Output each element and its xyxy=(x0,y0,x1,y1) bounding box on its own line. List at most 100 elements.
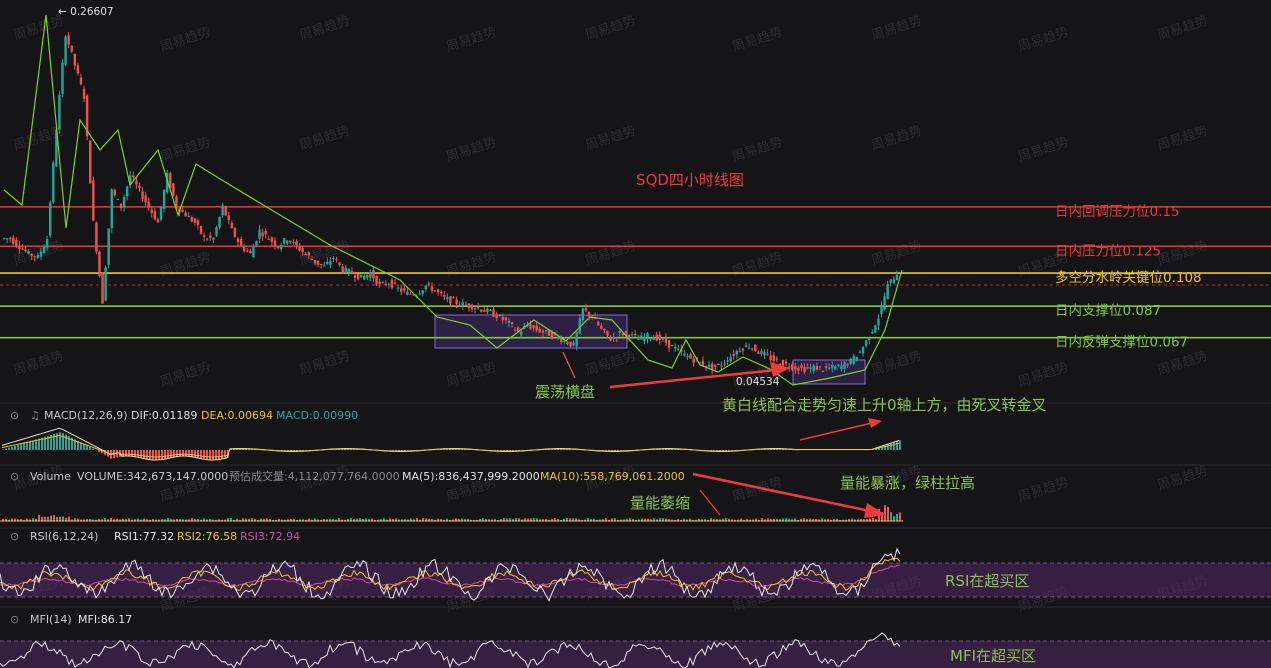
candle-body xyxy=(122,197,126,208)
candle-body xyxy=(119,203,123,209)
consolidation-annotation: 震荡横盘 xyxy=(535,383,595,401)
candle-body xyxy=(670,345,674,347)
volume-surge-annotation: 量能暴涨，绿柱拉高 xyxy=(840,474,975,492)
candle-body xyxy=(541,330,545,333)
level-label: 日内支撑位0.087 xyxy=(1055,303,1161,319)
candle-body xyxy=(199,225,203,234)
macd-bar xyxy=(134,450,136,457)
candle-body xyxy=(110,189,113,229)
chart-svg: 周易趋势 周易趋势 周易趋势 周易趋势 周易趋势 周易趋势 周易趋势 周易趋势 周易趋势周易趋势… xyxy=(0,0,1271,668)
candle-body xyxy=(824,366,828,368)
candle-body xyxy=(236,238,240,242)
candle-body xyxy=(92,180,95,221)
candle-body xyxy=(125,186,129,197)
candle-body xyxy=(252,246,255,258)
collapse-icon[interactable]: ⊙ xyxy=(10,530,19,543)
candle-body xyxy=(141,191,144,200)
candle-body xyxy=(661,338,665,340)
candle-body xyxy=(64,36,67,65)
volume-bar xyxy=(887,506,889,521)
volume-bar xyxy=(47,516,49,521)
candle-body xyxy=(726,360,729,362)
bell-icon[interactable]: ♫ xyxy=(30,409,40,422)
candle-body xyxy=(230,222,234,229)
candle-body xyxy=(258,229,261,239)
candle-body xyxy=(89,140,92,184)
candle-body xyxy=(45,238,49,248)
macd-bar xyxy=(140,450,142,458)
macd-bar xyxy=(11,446,13,450)
candle-body xyxy=(307,252,311,256)
candle-body xyxy=(874,325,877,333)
candle-body xyxy=(221,205,224,216)
candle-body xyxy=(895,274,899,281)
candle-body xyxy=(409,293,412,295)
candle-body xyxy=(162,190,166,209)
candle-body xyxy=(378,281,381,285)
candle-body xyxy=(393,282,397,284)
macd-bar xyxy=(86,445,88,450)
candle-body xyxy=(190,217,194,222)
macd-bar xyxy=(167,450,169,459)
candle-body xyxy=(489,310,492,312)
volume-bar xyxy=(893,516,895,521)
candle-body xyxy=(396,287,400,289)
candle-body xyxy=(812,365,815,371)
candle-body xyxy=(433,290,437,292)
candle-body xyxy=(310,259,314,261)
macd-bar xyxy=(218,450,220,460)
candle-body xyxy=(507,320,511,323)
macd-bar xyxy=(200,450,202,459)
candle-body xyxy=(883,296,886,310)
candle-body xyxy=(21,248,24,250)
candle-body xyxy=(815,366,819,371)
candle-body xyxy=(430,286,434,292)
candle-body xyxy=(107,228,110,265)
candle-body xyxy=(282,238,286,244)
candle-body xyxy=(95,222,98,252)
collapse-icon[interactable]: ⊙ xyxy=(10,409,19,422)
volume-bar xyxy=(56,516,58,521)
candle-body xyxy=(889,279,892,283)
candle-body xyxy=(797,367,800,371)
candle-body xyxy=(532,325,535,329)
candle-body xyxy=(319,263,323,265)
candle-body xyxy=(273,240,277,246)
macd-bar xyxy=(149,450,151,460)
macd-header: ⊙ ♫ MACD(12,26,9) DIF:0.01189 DEA:0.0069… xyxy=(10,409,358,422)
macd-bar xyxy=(20,444,22,450)
candle-body xyxy=(52,162,55,203)
mfi-value: MFI:86.17 xyxy=(78,613,132,626)
candle-body xyxy=(667,340,671,348)
candle-body xyxy=(33,256,36,258)
macd-bar xyxy=(206,450,208,460)
candle-body xyxy=(399,288,403,292)
candle-body xyxy=(763,352,766,356)
candle-body xyxy=(76,65,80,74)
candle-body xyxy=(643,336,646,342)
collapse-icon[interactable]: ⊙ xyxy=(10,470,19,483)
volume-bar xyxy=(44,516,46,521)
candle-body xyxy=(36,254,40,258)
macd-dif-value: DIF:0.01189 xyxy=(131,409,197,422)
macd-bar xyxy=(212,450,214,460)
macd-bar xyxy=(899,440,901,450)
candle-body xyxy=(458,305,461,307)
macd-bar xyxy=(23,443,25,450)
volume-shrink-annotation: 量能萎缩 xyxy=(630,494,690,512)
volume-bar xyxy=(884,505,886,521)
candle-body xyxy=(744,345,748,348)
candle-body xyxy=(738,351,742,353)
macd-bar xyxy=(5,448,7,450)
candle-body xyxy=(707,364,711,367)
candle-body xyxy=(529,324,532,329)
candle-body xyxy=(655,334,658,341)
volume-ma10: MA(10):558,769,061.2000 xyxy=(540,470,685,483)
macd-bar xyxy=(32,440,34,450)
collapse-icon[interactable]: ⊙ xyxy=(10,613,19,626)
candle-body xyxy=(849,358,852,365)
candle-body xyxy=(193,218,197,223)
candle-body xyxy=(181,209,184,212)
macd-bar xyxy=(17,444,19,450)
candle-body xyxy=(239,239,243,246)
